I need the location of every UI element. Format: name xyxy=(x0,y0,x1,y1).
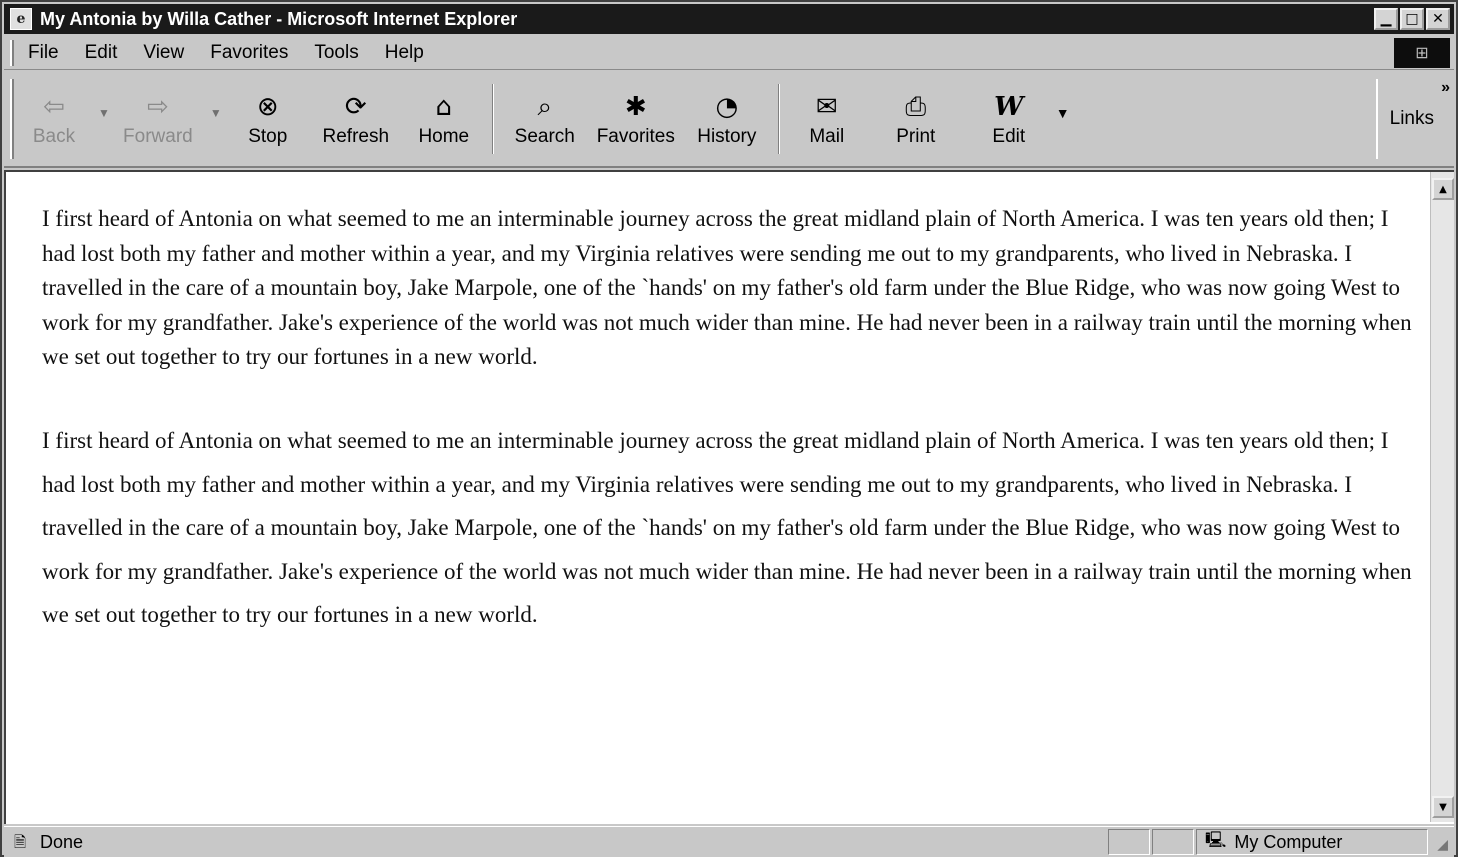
scroll-up-button[interactable]: ▲ xyxy=(1432,178,1454,200)
links-label: Links xyxy=(1389,108,1434,129)
close-button[interactable]: ✕ xyxy=(1426,8,1450,30)
menu-bar: File Edit View Favorites Tools Help ⊞ xyxy=(4,36,1454,70)
forward-label: Forward xyxy=(123,126,193,147)
status-bar: 🗎 Done 🖳 My Computer ◢ xyxy=(4,826,1454,857)
mail-icon: ✉ xyxy=(815,92,838,122)
links-chevron-icon[interactable]: » xyxy=(1441,79,1450,97)
forward-arrow-icon: ⇨ xyxy=(146,92,169,122)
refresh-icon: ⟳ xyxy=(344,92,367,122)
maximize-button[interactable]: □ xyxy=(1400,8,1424,30)
history-label: History xyxy=(697,126,757,147)
print-label: Print xyxy=(896,126,936,147)
resize-grip-icon[interactable]: ◢ xyxy=(1437,837,1448,853)
paragraph-1: I first heard of Antonia on what seemed … xyxy=(42,206,1412,370)
mail-button[interactable]: ✉ Mail xyxy=(788,79,866,159)
windows-logo-throbber: ⊞ xyxy=(1394,37,1450,68)
status-pane-security xyxy=(1152,829,1194,855)
minimize-button[interactable]: ▁ xyxy=(1374,8,1398,30)
title-bar[interactable]: e My Antonia by Willa Cather - Microsoft… xyxy=(4,4,1454,34)
favorites-button[interactable]: ✱ Favorites xyxy=(588,79,684,159)
home-label: Home xyxy=(418,126,470,147)
toolbar-separator xyxy=(491,84,494,154)
my-computer-icon: 🖳 xyxy=(1205,829,1227,849)
edit-button[interactable]: W Edit xyxy=(966,79,1052,159)
edit-label: Edit xyxy=(992,126,1026,147)
page-status-icon: 🗎 xyxy=(14,833,27,851)
home-button[interactable]: ⌂ Home xyxy=(404,79,484,159)
menu-help[interactable]: Help xyxy=(385,42,424,64)
search-label: Search xyxy=(514,126,575,147)
stop-button[interactable]: ⊗ Stop xyxy=(228,79,308,159)
toolbar-separator xyxy=(777,84,780,154)
vertical-scrollbar[interactable]: ▲ ▼ xyxy=(1430,172,1454,822)
search-icon: ⌕ xyxy=(537,92,553,122)
back-arrow-icon: ⇦ xyxy=(43,92,65,122)
print-button[interactable]: ⎙ Print xyxy=(866,79,966,159)
browser-window: e My Antonia by Willa Cather - Microsoft… xyxy=(0,0,1458,857)
back-dropdown-arrow[interactable]: ▼ xyxy=(98,106,110,120)
history-button[interactable]: ◔ History xyxy=(684,79,770,159)
forward-button[interactable]: ⇨ Forward xyxy=(110,79,206,159)
menu-bar-grip[interactable] xyxy=(10,39,14,66)
word-edit-icon: W xyxy=(994,92,1024,122)
stop-label: Stop xyxy=(248,126,288,147)
refresh-label: Refresh xyxy=(322,126,390,147)
menu-favorites[interactable]: Favorites xyxy=(210,42,288,64)
document-body: I first heard of Antonia on what seemed … xyxy=(42,202,1422,637)
print-icon: ⎙ xyxy=(905,92,927,122)
menu-file[interactable]: File xyxy=(28,42,59,64)
menu-edit[interactable]: Edit xyxy=(85,42,118,64)
mail-label: Mail xyxy=(809,126,845,147)
window-controls: ▁ □ ✕ xyxy=(1374,8,1450,30)
links-toolbar[interactable]: Links » xyxy=(1375,79,1454,159)
menu-tools[interactable]: Tools xyxy=(314,42,358,64)
page-viewport[interactable]: I first heard of Antonia on what seemed … xyxy=(4,170,1454,824)
status-pane-progress xyxy=(1108,829,1150,855)
zone-label: My Computer xyxy=(1234,831,1343,852)
favorites-folder-icon: ✱ xyxy=(624,92,647,122)
home-icon: ⌂ xyxy=(435,92,453,122)
history-icon: ◔ xyxy=(715,92,739,122)
status-text: Done xyxy=(40,831,84,852)
refresh-button[interactable]: ⟳ Refresh xyxy=(308,79,404,159)
paragraph-2: I first heard of Antonia on what seemed … xyxy=(42,427,1412,628)
search-button[interactable]: ⌕ Search xyxy=(502,79,588,159)
edit-dropdown-arrow[interactable]: ▼ xyxy=(1056,105,1070,121)
scroll-down-button[interactable]: ▼ xyxy=(1432,796,1454,818)
stop-icon: ⊗ xyxy=(256,92,279,122)
standard-toolbar: ⇦ Back ▼ ⇨ Forward ▼ ⊗ Stop ⟳ Refresh ⌂ … xyxy=(4,72,1454,168)
back-button[interactable]: ⇦ Back xyxy=(14,79,94,159)
menu-view[interactable]: View xyxy=(143,42,184,64)
favorites-label: Favorites xyxy=(596,126,675,147)
forward-dropdown-arrow[interactable]: ▼ xyxy=(210,106,222,120)
window-title: My Antonia by Willa Cather - Microsoft I… xyxy=(40,8,518,29)
ie-app-icon[interactable]: e xyxy=(10,8,32,30)
back-label: Back xyxy=(32,126,76,147)
security-zone-pane: 🖳 My Computer xyxy=(1196,829,1428,855)
